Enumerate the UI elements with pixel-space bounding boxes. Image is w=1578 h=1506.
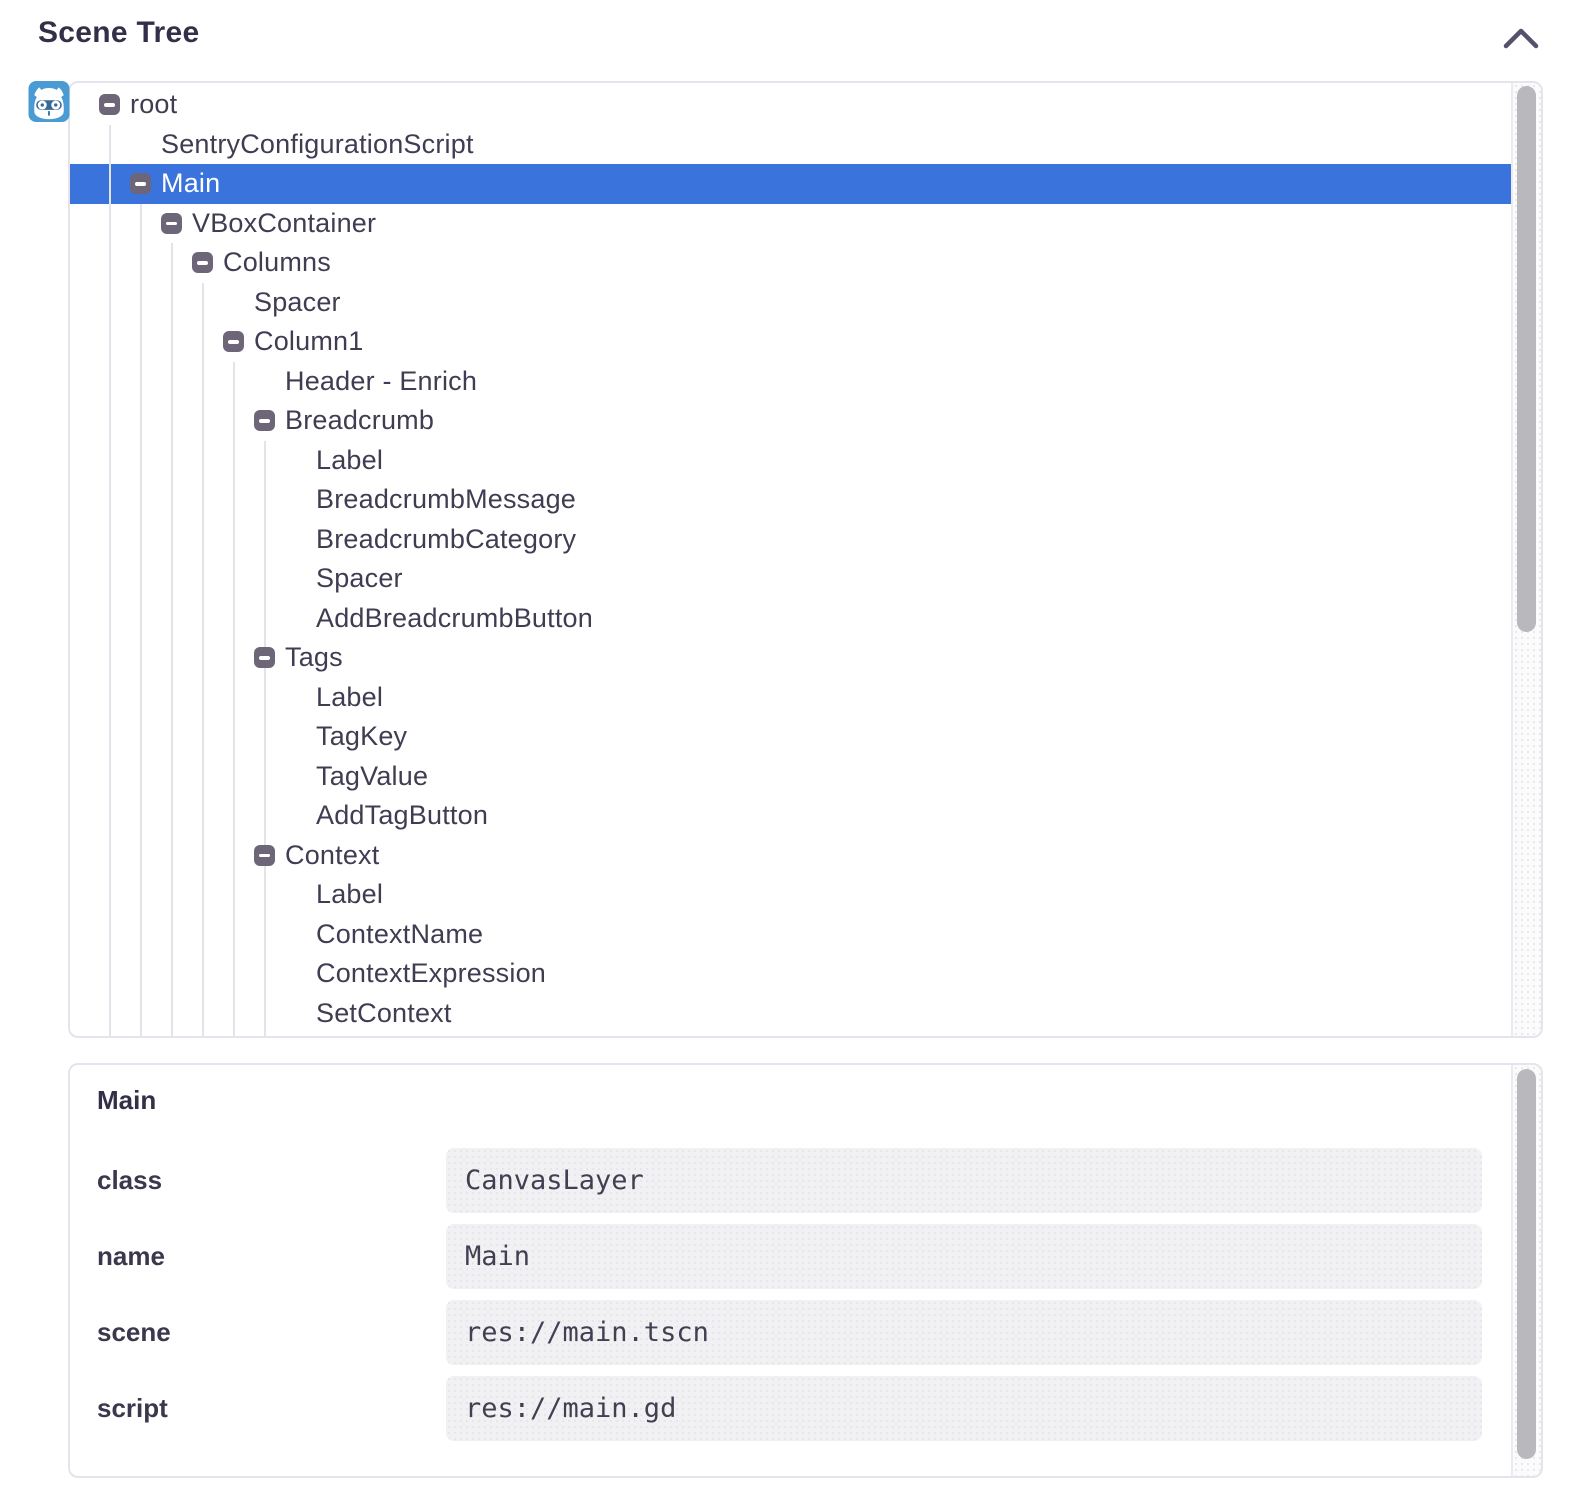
tree-node[interactable]: Spacer [70, 283, 1511, 323]
tree-node-label: ContextExpression [316, 958, 546, 989]
detail-field-label: class [97, 1165, 446, 1196]
tree-node-label: Columns [223, 247, 331, 278]
tree-node-label: Tags [285, 642, 343, 673]
tree-node-label: Label [316, 879, 383, 910]
tree-node-label: VBoxContainer [192, 208, 376, 239]
tree-node[interactable]: Context [70, 836, 1511, 876]
tree-node-label: Context [285, 840, 379, 871]
detail-field-row: class CanvasLayer [97, 1148, 1482, 1213]
tree-node-label: BreadcrumbCategory [316, 524, 576, 555]
tree-scrollbar-thumb[interactable] [1517, 86, 1536, 632]
tree-node[interactable]: VBoxContainer [70, 204, 1511, 244]
collapse-node-icon[interactable] [254, 647, 275, 668]
tree-node[interactable]: Column1 [70, 322, 1511, 362]
scene-tree-panel: root SentryConfigurationScript Main VBox… [68, 81, 1543, 1038]
scene-tree-page: Scene Tree root SentryConfigurationScrip… [0, 0, 1578, 1506]
tree-node-label: Label [316, 445, 383, 476]
page-title: Scene Tree [38, 16, 199, 50]
detail-field-label: scene [97, 1317, 446, 1348]
tree-node-label: Spacer [316, 563, 403, 594]
details-title: Main [97, 1085, 156, 1116]
tree-node[interactable]: SentryConfigurationScript [70, 125, 1511, 165]
detail-field-row: script res://main.gd [97, 1376, 1482, 1441]
tree-node-label: SentryConfigurationScript [161, 129, 474, 160]
tree-node[interactable]: root [70, 85, 1511, 125]
tree-node[interactable]: BreadcrumbMessage [70, 480, 1511, 520]
tree-node-label: Column1 [254, 326, 363, 357]
collapse-node-icon[interactable] [254, 410, 275, 431]
tree-node[interactable]: Columns [70, 243, 1511, 283]
collapse-node-icon[interactable] [254, 845, 275, 866]
detail-field-value: Main [446, 1224, 1482, 1289]
tree-scrollbar[interactable] [1511, 83, 1541, 1036]
tree-node[interactable]: Breadcrumb [70, 401, 1511, 441]
collapse-node-icon[interactable] [223, 331, 244, 352]
tree-node[interactable]: Label [70, 441, 1511, 481]
tree-node-label: AddBreadcrumbButton [316, 603, 593, 634]
tree-node[interactable]: AddTagButton [70, 796, 1511, 836]
chevron-up-icon[interactable] [1500, 24, 1542, 54]
tree-node[interactable]: Main [70, 164, 1511, 204]
detail-field-value: res://main.gd [446, 1376, 1482, 1441]
detail-field-label: script [97, 1393, 446, 1424]
tree-node-label: AddTagButton [316, 800, 488, 831]
collapse-node-icon[interactable] [161, 213, 182, 234]
tree-node[interactable]: Label [70, 678, 1511, 718]
tree-node[interactable]: TagValue [70, 757, 1511, 797]
detail-field-label: name [97, 1241, 446, 1272]
detail-field-row: name Main [97, 1224, 1482, 1289]
details-scrollbar[interactable] [1511, 1065, 1541, 1476]
tree-node-label: Main [161, 168, 220, 199]
tree-node-label: Label [316, 682, 383, 713]
tree-node-label: Breadcrumb [285, 405, 434, 436]
tree-node[interactable]: ContextName [70, 915, 1511, 955]
tree-node[interactable]: Header - Enrich [70, 362, 1511, 402]
tree-node-label: BreadcrumbMessage [316, 484, 576, 515]
detail-field-row: scene res://main.tscn [97, 1300, 1482, 1365]
tree-node-label: TagValue [316, 761, 428, 792]
detail-field-value: CanvasLayer [446, 1148, 1482, 1213]
tree-node-label: root [130, 89, 177, 120]
tree-node[interactable]: Tags [70, 638, 1511, 678]
tree-node-label: Spacer [254, 287, 341, 318]
node-details-panel: Main class CanvasLayer name Main scene r… [68, 1063, 1543, 1478]
tree-node[interactable]: Spacer [70, 559, 1511, 599]
detail-field-value: res://main.tscn [446, 1300, 1482, 1365]
collapse-node-icon[interactable] [99, 94, 120, 115]
collapse-node-icon[interactable] [192, 252, 213, 273]
tree-node-label: Header - Enrich [285, 366, 477, 397]
tree-node[interactable]: AddBreadcrumbButton [70, 599, 1511, 639]
tree-node[interactable]: Label [70, 875, 1511, 915]
tree-node-label: ContextName [316, 919, 483, 950]
scene-tree: root SentryConfigurationScript Main VBox… [70, 83, 1511, 1036]
tree-node[interactable]: BreadcrumbCategory [70, 520, 1511, 560]
tree-node[interactable]: TagKey [70, 717, 1511, 757]
tree-node-label: SetContext [316, 998, 452, 1029]
godot-engine-icon [28, 81, 70, 122]
tree-node-label: TagKey [316, 721, 407, 752]
tree-node[interactable]: SetContext [70, 994, 1511, 1034]
collapse-node-icon[interactable] [130, 173, 151, 194]
tree-node[interactable]: ContextExpression [70, 954, 1511, 994]
details-scrollbar-thumb[interactable] [1517, 1069, 1536, 1459]
